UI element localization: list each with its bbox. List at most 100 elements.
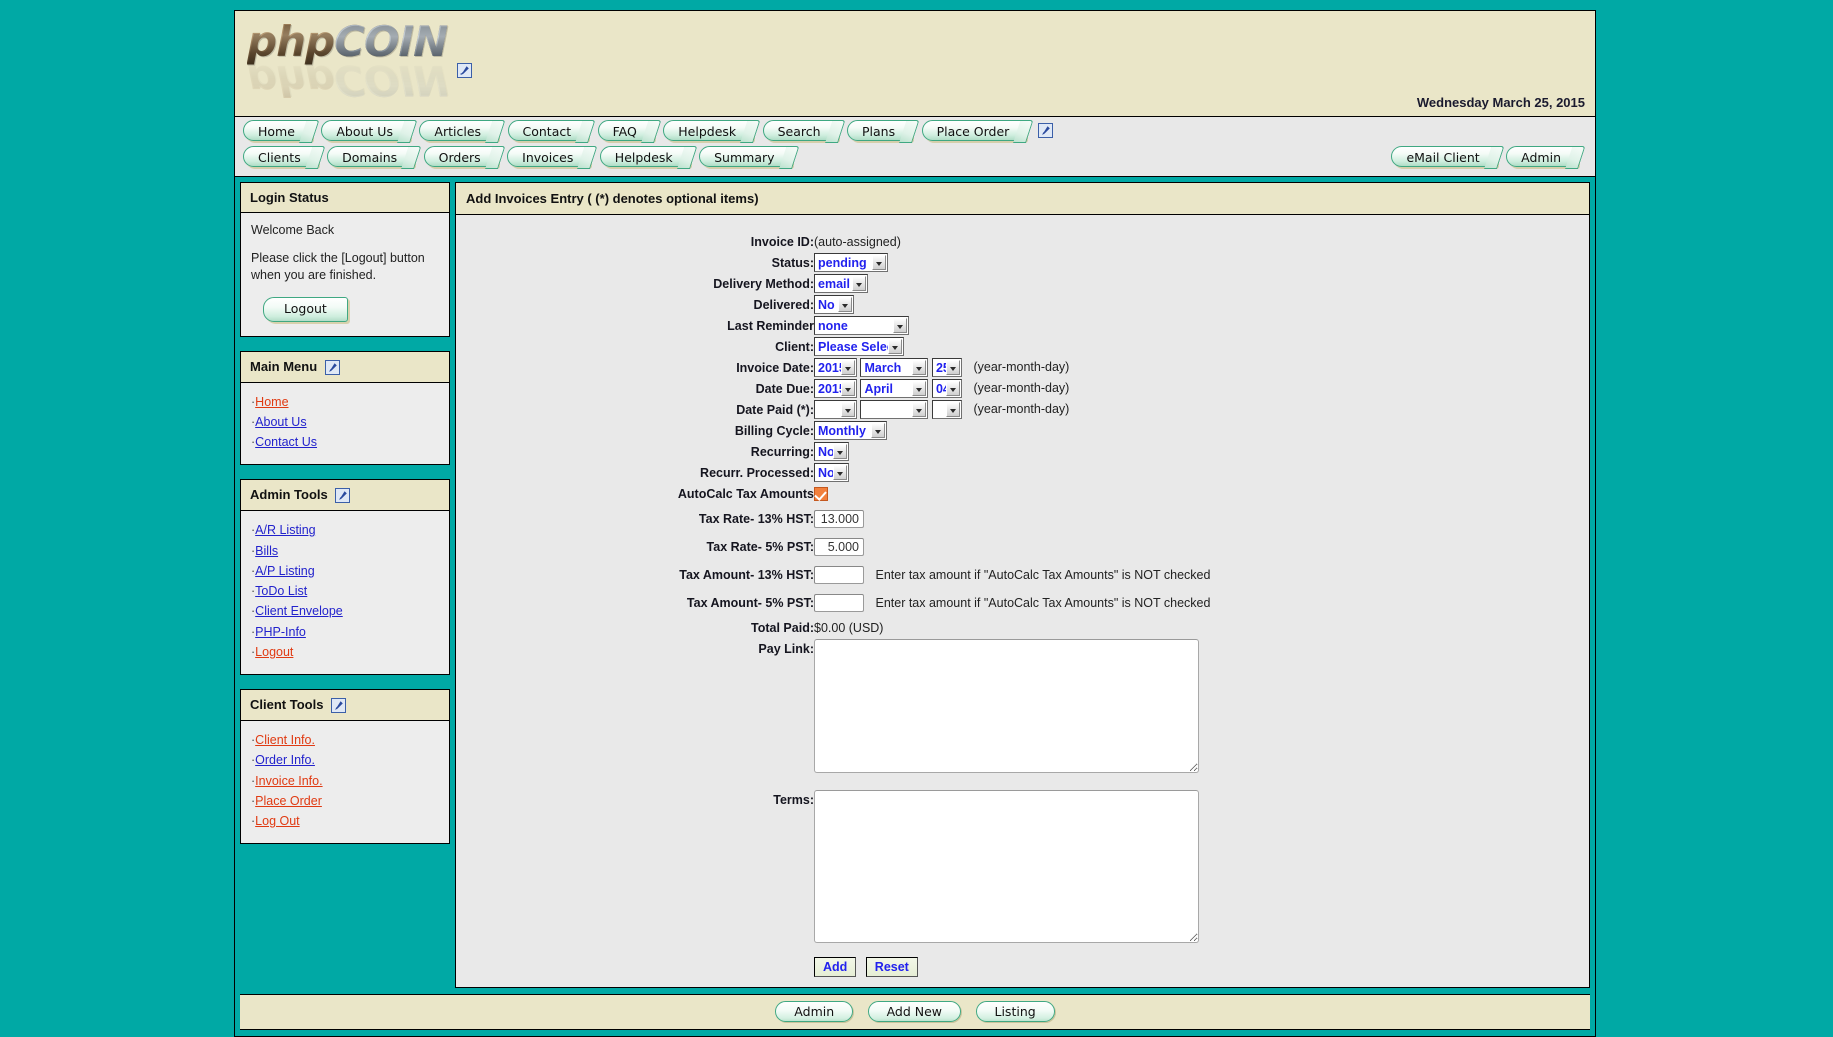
main-navigation: Home About Us Articles Contact FAQ Helpd…: [235, 117, 1595, 177]
status-select[interactable]: pending: [814, 253, 888, 272]
nav-tab-orders[interactable]: Orders: [424, 146, 498, 167]
wrench-icon[interactable]: [457, 63, 472, 78]
reset-button[interactable]: Reset: [866, 957, 918, 977]
list-item: Contact Us: [251, 432, 439, 452]
list-item: ToDo List: [251, 581, 439, 601]
invoice-date-format-hint: (year-month-day): [965, 360, 1069, 374]
last-reminder-select[interactable]: none: [814, 316, 909, 335]
nav-tab-place-order[interactable]: Place Order: [922, 120, 1027, 141]
date-paid-day-select[interactable]: [932, 400, 962, 419]
nav-tab-home[interactable]: Home: [243, 120, 312, 141]
date-due-month-select[interactable]: April: [860, 379, 928, 398]
sidebar-item-home[interactable]: Home: [255, 395, 288, 409]
sidebar-item-invoice-info[interactable]: Invoice Info.: [255, 774, 322, 788]
nav-tab-summary[interactable]: Summary: [699, 146, 791, 167]
wrench-icon[interactable]: [331, 698, 346, 713]
tax-rate-hst-input[interactable]: [814, 510, 864, 528]
footer-button-admin[interactable]: Admin: [775, 1001, 853, 1022]
nav-tab-clients[interactable]: Clients: [243, 146, 318, 167]
invoice-date-year-wrap: 2015: [814, 358, 857, 377]
sidebar-item-client-envelope[interactable]: Client Envelope: [255, 604, 343, 618]
billing-cycle-select[interactable]: Monthly: [814, 421, 887, 440]
add-button[interactable]: Add: [814, 957, 856, 977]
panel-main-menu: Main Menu Home About Us Contact Us: [240, 351, 450, 466]
logout-button[interactable]: Logout: [263, 297, 348, 322]
client-select[interactable]: Please Select: [814, 337, 904, 356]
list-item: About Us: [251, 412, 439, 432]
wrench-icon[interactable]: [1038, 123, 1053, 138]
date-paid-month-wrap: [860, 400, 928, 419]
nav-tab-helpdesk-admin[interactable]: Helpdesk: [600, 146, 690, 167]
sidebar-item-order-info[interactable]: Order Info.: [255, 753, 315, 767]
label-tax-rate-hst: Tax Rate- 13% HST:: [456, 505, 814, 533]
list-item: Client Info.: [251, 730, 439, 750]
date-paid-year-select[interactable]: [814, 400, 857, 419]
invoice-date-month-select[interactable]: March: [860, 358, 928, 377]
label-billing-cycle: Billing Cycle:: [456, 420, 814, 441]
sidebar-item-contact-us[interactable]: Contact Us: [255, 435, 317, 449]
recurr-processed-select[interactable]: No: [814, 463, 849, 482]
footer-button-add-new[interactable]: Add New: [868, 1001, 961, 1022]
panel-body-main-menu: Home About Us Contact Us: [241, 383, 449, 465]
nav-tab-faq[interactable]: FAQ: [598, 120, 654, 141]
footer-button-listing[interactable]: Listing: [976, 1001, 1055, 1022]
wrench-icon[interactable]: [325, 360, 340, 375]
field-row-status: Status: pending: [456, 252, 1210, 273]
field-row-date-paid: Date Paid (*):: [456, 399, 1210, 420]
sidebar-item-php-info[interactable]: PHP-Info: [255, 625, 306, 639]
main-content: Add Invoices Entry ( (*) denotes optiona…: [455, 182, 1590, 988]
invoice-date-year-select[interactable]: 2015: [814, 358, 857, 377]
nav-tab-contact[interactable]: Contact: [508, 120, 589, 141]
nav-tab-articles[interactable]: Articles: [419, 120, 498, 141]
delivered-select[interactable]: No: [814, 295, 854, 314]
label-pay-link: Pay Link:: [456, 639, 814, 790]
panel-login-status: Login Status Welcome Back Please click t…: [240, 182, 450, 337]
nav-tab-invoices[interactable]: Invoices: [507, 146, 590, 167]
date-due-year-select[interactable]: 2015: [814, 379, 857, 398]
field-row-actions: Add Reset: [456, 956, 1210, 977]
sidebar-item-ar-listing[interactable]: A/R Listing: [255, 523, 315, 537]
nav-tab-helpdesk[interactable]: Helpdesk: [663, 120, 753, 141]
tax-rate-pst-input[interactable]: [814, 538, 864, 556]
nav-tab-search[interactable]: Search: [763, 120, 838, 141]
terms-textarea[interactable]: [814, 790, 1199, 943]
sidebar-item-about-us[interactable]: About Us: [255, 415, 306, 429]
label-status: Status:: [456, 252, 814, 273]
nav-tab-email-client[interactable]: eMail Client: [1391, 146, 1496, 167]
date-due-day-select[interactable]: 04: [932, 379, 962, 398]
label-client: Client:: [456, 336, 814, 357]
wrench-icon[interactable]: [335, 488, 350, 503]
pay-link-textarea[interactable]: [814, 639, 1199, 773]
delivery-method-select[interactable]: email: [814, 274, 868, 293]
autocalc-tax-checkbox[interactable]: [814, 487, 828, 501]
recurring-select[interactable]: No: [814, 442, 849, 461]
welcome-text: Welcome Back: [251, 222, 439, 239]
sidebar-item-log-out[interactable]: Log Out: [255, 814, 299, 828]
nav-tab-plans[interactable]: Plans: [847, 120, 912, 141]
nav-tab-domains[interactable]: Domains: [327, 146, 414, 167]
nav-tab-about-us[interactable]: About Us: [321, 120, 410, 141]
sidebar-item-client-info[interactable]: Client Info.: [255, 733, 315, 747]
date-paid-month-select[interactable]: [860, 400, 928, 419]
value-invoice-id: (auto-assigned): [814, 235, 901, 249]
field-row-date-due: Date Due: 2015 April 04: [456, 378, 1210, 399]
date-paid-format-hint: (year-month-day): [965, 402, 1069, 416]
field-row-terms: Terms:: [456, 790, 1210, 956]
invoice-date-day-wrap: 25: [932, 358, 962, 377]
list-item: A/R Listing: [251, 520, 439, 540]
sidebar-item-logout[interactable]: Logout: [255, 645, 293, 659]
invoice-date-day-select[interactable]: 25: [932, 358, 962, 377]
field-row-invoice-id: Invoice ID: (auto-assigned): [456, 231, 1210, 252]
field-row-billing-cycle: Billing Cycle: Monthly: [456, 420, 1210, 441]
tax-amount-pst-input[interactable]: [814, 594, 864, 612]
sidebar-item-place-order[interactable]: Place Order: [255, 794, 322, 808]
tax-amount-hst-input[interactable]: [814, 566, 864, 584]
label-recurr-processed: Recurr. Processed:: [456, 462, 814, 483]
sidebar-item-bills[interactable]: Bills: [255, 544, 278, 558]
field-row-client: Client: Please Select: [456, 336, 1210, 357]
sidebar-item-todo-list[interactable]: ToDo List: [255, 584, 307, 598]
nav-tab-admin[interactable]: Admin: [1506, 146, 1578, 167]
list-item: Bills: [251, 541, 439, 561]
invoice-date-month-wrap: March: [860, 358, 928, 377]
sidebar-item-ap-listing[interactable]: A/P Listing: [255, 564, 315, 578]
